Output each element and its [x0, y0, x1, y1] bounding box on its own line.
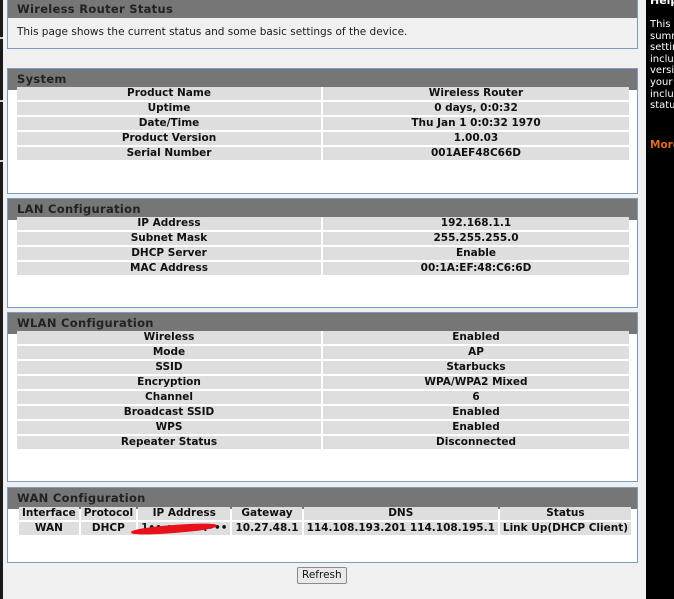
wan-panel: WAN Configuration Interface Protocol IP …: [7, 487, 638, 563]
lan-panel: LAN Configuration IP Address 192.168.1.1 …: [7, 198, 638, 308]
table-row: Channel 6: [17, 391, 629, 404]
table-row: Date/Time Thu Jan 1 0:0:32 1970: [17, 117, 629, 130]
row-value: Wireless Router: [323, 87, 629, 100]
row-value: Enabled: [323, 421, 629, 434]
table-row: SSID Starbucks: [17, 361, 629, 374]
table-row: Subnet Mask 255.255.255.0: [17, 232, 629, 245]
row-label: IP Address: [17, 217, 323, 230]
wan-ip-address: 1••.•••.••.•••: [130, 522, 231, 536]
row-value: 6: [323, 391, 629, 404]
help-more-link[interactable]: More...: [650, 139, 674, 151]
row-label: Subnet Mask: [17, 232, 323, 245]
row-value: 192.168.1.1: [323, 217, 629, 230]
wlan-table: Wireless Enabled Mode AP SSID Starbucks Enc…: [17, 329, 629, 451]
row-label: Repeater Status: [17, 436, 323, 449]
row-label: Encryption: [17, 376, 323, 389]
column-header: Status: [499, 507, 632, 520]
row-label: Channel: [17, 391, 323, 404]
status-panel: Wireless Router Status This page shows t…: [7, 0, 638, 49]
page-description: This page shows the current status and s…: [17, 26, 408, 38]
row-value: WPA/WPA2 Mixed: [323, 376, 629, 389]
table-row: Serial Number 001AEF48C66D: [17, 147, 629, 160]
wan-protocol: DHCP: [80, 522, 137, 535]
column-header: Protocol: [80, 507, 137, 520]
row-value: Thu Jan 1 0:0:32 1970: [323, 117, 629, 130]
page-title: Wireless Router Status: [8, 0, 637, 18]
edge-divider: [0, 160, 3, 162]
table-row: Wireless Enabled: [17, 331, 629, 344]
row-label: Date/Time: [17, 117, 323, 130]
refresh-button[interactable]: Refresh: [297, 567, 347, 584]
row-value: 001AEF48C66D: [323, 147, 629, 160]
column-header: Gateway: [232, 507, 302, 520]
system-panel: System Product Name Wireless Router Uptim…: [7, 68, 638, 194]
wlan-panel: WLAN Configuration Wireless Enabled Mode A…: [7, 312, 638, 482]
row-value: 0 days, 0:0:32: [323, 102, 629, 115]
wan-dns: 114.108.193.201 114.108.195.1: [303, 522, 498, 535]
row-label: Product Name: [17, 87, 323, 100]
table-row: MAC Address 00:1A:EF:48:C6:6D: [17, 262, 629, 275]
table-row: IP Address 192.168.1.1: [17, 217, 629, 230]
row-value: 255.255.255.0: [323, 232, 629, 245]
redacted-ip: 1••.•••.••.•••: [130, 522, 227, 536]
help-text: This page displays a summary of the sett…: [650, 19, 674, 112]
row-label: Serial Number: [17, 147, 323, 160]
column-header: DNS: [303, 507, 498, 520]
row-value: Enable: [323, 247, 629, 260]
row-value: AP: [323, 346, 629, 359]
wan-status: Link Up(DHCP Client): [499, 522, 632, 535]
row-value: Enabled: [323, 331, 629, 344]
row-label: Wireless: [17, 331, 323, 344]
column-header: Interface: [19, 507, 79, 520]
column-header: IP Address: [138, 507, 231, 520]
row-value: Enabled: [323, 406, 629, 419]
table-row: Repeater Status Disconnected: [17, 436, 629, 449]
edge-divider: [0, 100, 3, 102]
table-row: DHCP Server Enable: [17, 247, 629, 260]
table-row: Product Name Wireless Router: [17, 87, 629, 100]
help-title: Helpful Hints..: [650, 0, 674, 7]
help-panel: Helpful Hints.. This page displays a sum…: [646, 0, 674, 599]
row-label: SSID: [17, 361, 323, 374]
row-label: MAC Address: [17, 262, 323, 275]
row-value: Disconnected: [323, 436, 629, 449]
system-table: Product Name Wireless Router Uptime 0 days…: [17, 85, 629, 162]
lan-table: IP Address 192.168.1.1 Subnet Mask 255.255…: [17, 215, 629, 277]
table-row: Encryption WPA/WPA2 Mixed: [17, 376, 629, 389]
wan-gateway: 10.27.48.1: [232, 522, 302, 535]
table-row: Mode AP: [17, 346, 629, 359]
table-row: Uptime 0 days, 0:0:32: [17, 102, 629, 115]
table-header-row: Interface Protocol IP Address Gateway DN…: [19, 507, 632, 520]
row-value: 00:1A:EF:48:C6:6D: [323, 262, 629, 275]
edge-divider: [0, 37, 3, 39]
row-label: Mode: [17, 346, 323, 359]
table-row: Product Version 1.00.03: [17, 132, 629, 145]
wan-interface: WAN: [19, 522, 79, 535]
row-value: 1.00.03: [323, 132, 629, 145]
wan-table: Interface Protocol IP Address Gateway DN…: [17, 505, 633, 537]
row-label: Product Version: [17, 132, 323, 145]
table-row: Broadcast SSID Enabled: [17, 406, 629, 419]
table-row: WPS Enabled: [17, 421, 629, 434]
row-label: Uptime: [17, 102, 323, 115]
row-label: Broadcast SSID: [17, 406, 323, 419]
row-label: DHCP Server: [17, 247, 323, 260]
row-value: Starbucks: [323, 361, 629, 374]
table-row: WAN DHCP 1••.•••.••.••• 10.27.48.1 114.1…: [19, 522, 632, 536]
row-label: WPS: [17, 421, 323, 434]
window-edge: [0, 0, 3, 599]
